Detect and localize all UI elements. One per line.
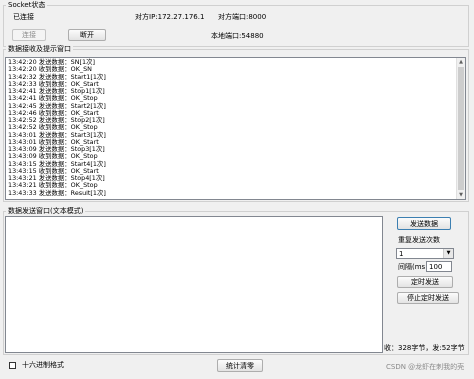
send-window-title: 数据发送窗口(文本模式)	[6, 207, 86, 216]
receive-log-lines: 13:42:20 发送数据：SN[1次] 13:42:20 收到数据：OK_SN 1…	[6, 58, 465, 197]
receive-window-title: 数据接收及提示窗口	[6, 45, 73, 54]
hex-format-checkbox[interactable]	[9, 362, 16, 369]
repeat-count-value: 1	[399, 250, 404, 258]
connection-status-label: 已连接	[13, 13, 34, 21]
disconnect-button[interactable]: 断开	[68, 29, 106, 41]
socket-status-title: Socket状态	[6, 1, 48, 10]
local-port-label: 本地端口:54880	[211, 32, 264, 40]
byte-stats-label: 收：328字节，发:52字节	[384, 344, 465, 352]
timed-send-button[interactable]: 定时发送	[397, 276, 453, 288]
remote-ip-label: 对方IP:172.27.176.1	[135, 13, 205, 21]
scroll-thumb[interactable]	[458, 67, 464, 190]
log-line: 13:43:33 发送数据：Result[1次]	[8, 188, 106, 197]
stop-timed-send-button[interactable]: 停止定时发送	[397, 292, 459, 304]
interval-label: 间隔(ms	[398, 263, 426, 271]
receive-log-scrollbar[interactable]: ▲ ▼	[456, 58, 465, 199]
scroll-down-icon[interactable]: ▼	[457, 191, 465, 199]
repeat-count-select[interactable]: 1 ▼	[396, 248, 454, 259]
remote-port-label: 对方端口:8000	[218, 13, 267, 21]
watermark: CSDN @龙虾在刺我的壳	[386, 363, 465, 371]
repeat-count-label: 重复发送次数	[398, 236, 440, 244]
send-text-input[interactable]	[5, 216, 383, 353]
clear-stats-button[interactable]: 统计清零	[217, 359, 263, 372]
interval-value: 100	[429, 263, 443, 271]
send-data-button[interactable]: 发送数据	[397, 217, 451, 230]
scroll-up-icon[interactable]: ▲	[457, 58, 465, 66]
receive-log[interactable]: 13:42:20 发送数据：SN[1次] 13:42:20 收到数据：OK_SN 1…	[5, 57, 466, 200]
chevron-down-icon[interactable]: ▼	[443, 249, 453, 258]
hex-format-label: 十六进制格式	[22, 361, 64, 369]
connect-button[interactable]: 连接	[12, 29, 46, 41]
interval-input[interactable]: 100	[426, 261, 452, 272]
